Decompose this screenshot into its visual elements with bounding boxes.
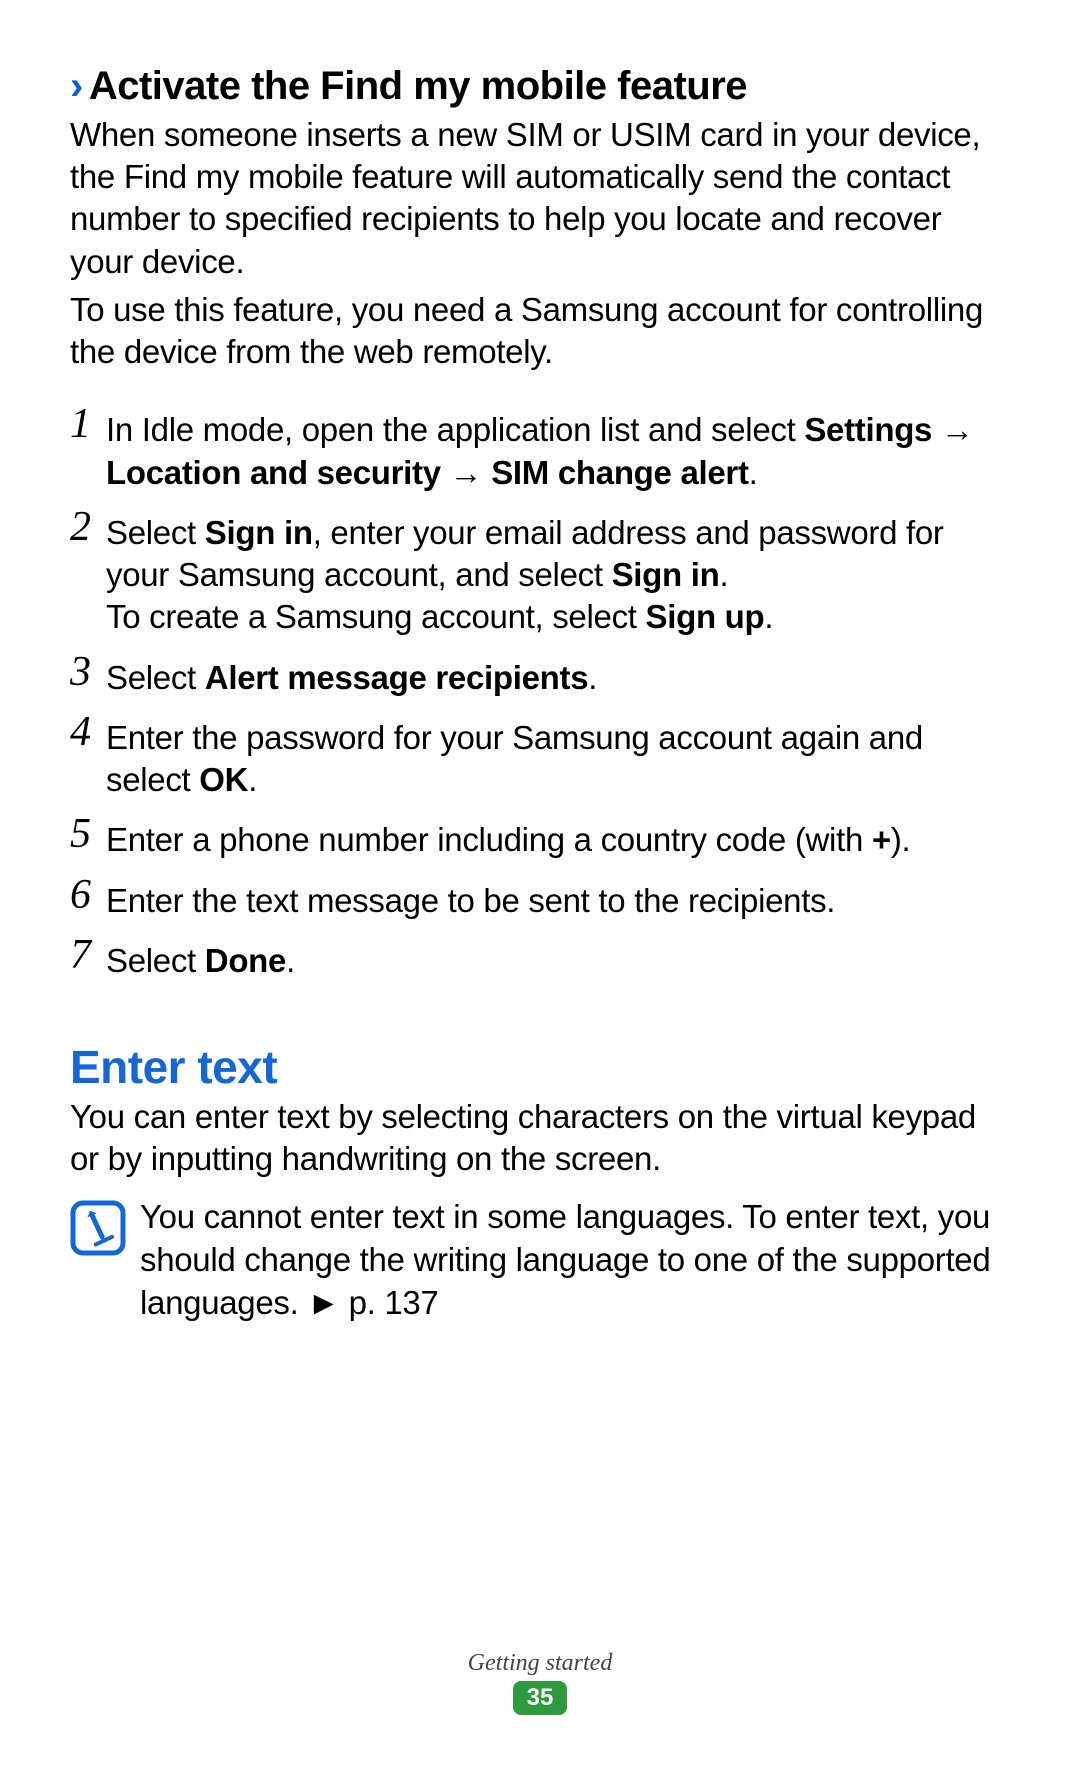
subsection-title-text: Activate the Find my mobile feature — [89, 64, 747, 108]
page: ›Activate the Find my mobile feature Whe… — [0, 0, 1080, 1771]
step-text: Select Alert message recipients. — [106, 651, 1010, 699]
page-footer: Getting started 35 — [0, 1650, 1080, 1715]
note-text: You cannot enter text in some languages.… — [140, 1196, 1010, 1325]
step-text: Select Sign in, enter your email address… — [106, 506, 1010, 639]
step-number: 7 — [70, 934, 106, 976]
step-6: 6 Enter the text message to be sent to t… — [70, 874, 1010, 922]
step-4: 4 Enter the password for your Samsung ac… — [70, 711, 1010, 801]
steps-list: 1 In Idle mode, open the application lis… — [70, 403, 1010, 982]
step-text: Enter the text message to be sent to the… — [106, 874, 1010, 922]
step-2: 2 Select Sign in, enter your email addre… — [70, 506, 1010, 639]
step-number: 6 — [70, 874, 106, 916]
step-number: 3 — [70, 651, 106, 693]
step-number: 5 — [70, 813, 106, 855]
note-box: You cannot enter text in some languages.… — [70, 1196, 1010, 1325]
step-number: 2 — [70, 506, 106, 548]
chevron-icon: › — [70, 64, 83, 108]
step-text: Enter a phone number including a country… — [106, 813, 1010, 861]
step-text: Enter the password for your Samsung acco… — [106, 711, 1010, 801]
section-paragraph: You can enter text by selecting characte… — [70, 1096, 1010, 1180]
step-5: 5 Enter a phone number including a count… — [70, 813, 1010, 861]
step-1: 1 In Idle mode, open the application lis… — [70, 403, 1010, 493]
page-number: 35 — [513, 1681, 568, 1715]
subsection-title: ›Activate the Find my mobile feature — [70, 60, 1010, 112]
step-text: Select Done. — [106, 934, 1010, 982]
paragraph-2: To use this feature, you need a Samsung … — [70, 289, 1010, 373]
step-3: 3 Select Alert message recipients. — [70, 651, 1010, 699]
note-icon — [70, 1200, 126, 1256]
section-title: Enter text — [70, 1040, 1010, 1094]
footer-section-name: Getting started — [0, 1650, 1080, 1677]
paragraph-1: When someone inserts a new SIM or USIM c… — [70, 114, 1010, 283]
step-text: In Idle mode, open the application list … — [106, 403, 1010, 493]
step-number: 4 — [70, 711, 106, 753]
step-7: 7 Select Done. — [70, 934, 1010, 982]
step-number: 1 — [70, 403, 106, 445]
